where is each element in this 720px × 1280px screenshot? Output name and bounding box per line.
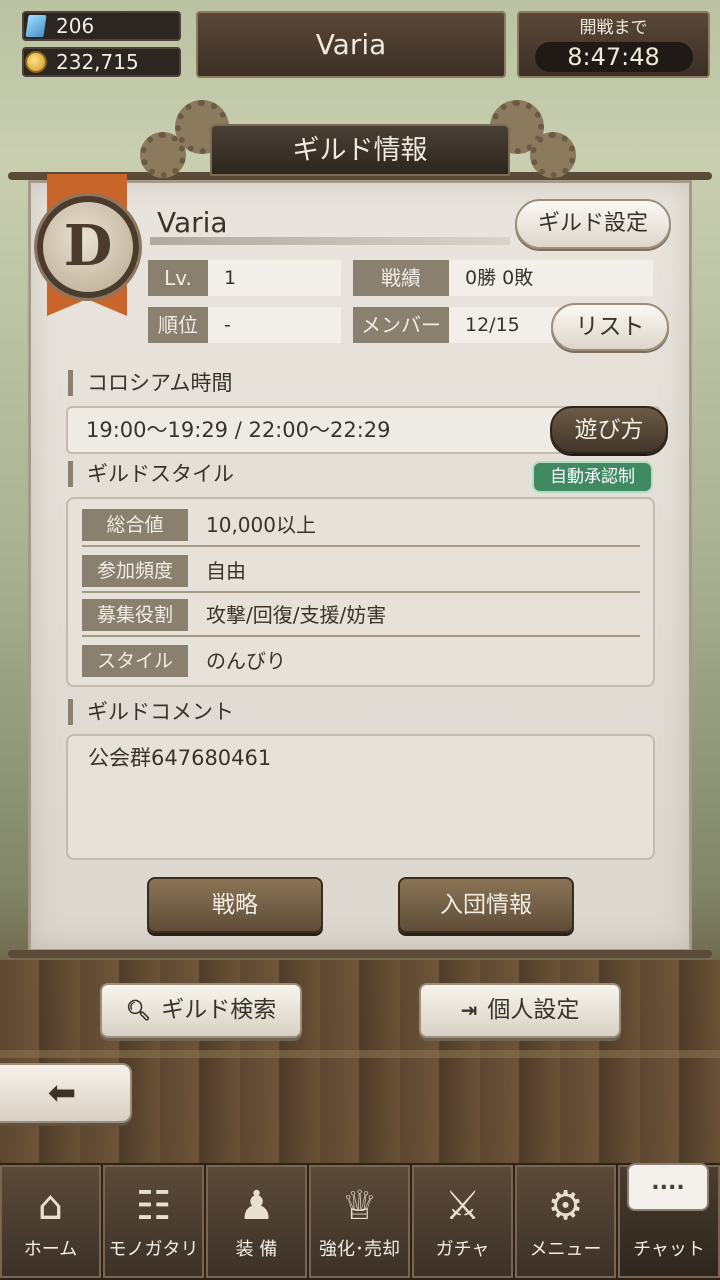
battle-countdown-time: 8:47:48 bbox=[534, 42, 693, 72]
player-name-plate[interactable]: Varia bbox=[196, 11, 506, 78]
guild-comment-box: 公会群647680461 bbox=[66, 734, 655, 860]
gear-decoration-icon bbox=[530, 132, 576, 178]
style-row-value: 10,000以上 bbox=[206, 513, 316, 537]
guild-comment-title: ギルドコメント bbox=[68, 699, 234, 725]
style-row-label: 総合値 bbox=[82, 509, 188, 541]
chat-bubble-icon[interactable]: .... bbox=[627, 1163, 709, 1211]
level-value: 1 bbox=[208, 260, 341, 296]
coin-count: 232,715 bbox=[56, 50, 139, 74]
gem-icon bbox=[24, 14, 48, 38]
swords-icon: ⚔ bbox=[444, 1183, 481, 1229]
coin-icon bbox=[24, 50, 48, 74]
personal-settings-button[interactable]: ⇥ 個人設定 bbox=[419, 983, 621, 1038]
nav-label: メニュー bbox=[529, 1239, 602, 1260]
rank-value: - bbox=[208, 307, 341, 343]
helmet-icon: ♕ bbox=[341, 1183, 378, 1229]
guild-search-label: ギルド検索 bbox=[161, 997, 277, 1023]
panel-title: ギルド情報 bbox=[210, 124, 510, 176]
puppet-icon: ♟ bbox=[238, 1183, 275, 1229]
gears-icon: ⚙ bbox=[547, 1183, 584, 1229]
style-row-value: のんびり bbox=[206, 649, 286, 673]
nav-label: 強化･売却 bbox=[319, 1239, 400, 1260]
nav-label: チャット bbox=[633, 1239, 705, 1260]
style-row-label: 募集役割 bbox=[82, 599, 188, 631]
record-value: 0勝 0敗 bbox=[449, 260, 653, 296]
strategy-button[interactable]: 戦略 bbox=[147, 877, 323, 933]
nav-gacha[interactable]: ⚔ ガチャ bbox=[412, 1165, 513, 1278]
style-row-roles: 募集役割 攻撃/回復/支援/妨害 bbox=[82, 591, 640, 637]
nav-label: 装 備 bbox=[235, 1239, 278, 1260]
guild-search-button[interactable]: 🔍︎ ギルド検索 bbox=[100, 983, 302, 1038]
nav-story[interactable]: ☷ モノガタリ bbox=[103, 1165, 204, 1278]
footer-rod bbox=[8, 950, 712, 958]
guild-name: Varia bbox=[157, 206, 228, 239]
nav-equipment[interactable]: ♟ 装 備 bbox=[206, 1165, 307, 1278]
nav-label: ホーム bbox=[23, 1239, 78, 1260]
style-row-style: スタイル のんびり bbox=[82, 637, 640, 683]
style-row-value: 自由 bbox=[206, 559, 246, 583]
search-icon: 🔍︎ bbox=[125, 998, 152, 1022]
rank-label: 順位 bbox=[148, 307, 208, 343]
style-row-label: スタイル bbox=[82, 645, 188, 677]
home-icon: ⌂ bbox=[37, 1183, 64, 1229]
coin-counter: 232,715 bbox=[22, 47, 181, 77]
nav-label: ガチャ bbox=[435, 1239, 490, 1260]
style-row-value: 攻撃/回復/支援/妨害 bbox=[206, 603, 387, 627]
guild-style-box: 総合値 10,000以上 参加頻度 自由 募集役割 攻撃/回復/支援/妨害 スタ… bbox=[66, 497, 655, 687]
guild-rank-emblem: D bbox=[37, 196, 139, 298]
style-row-label: 参加頻度 bbox=[82, 555, 188, 587]
style-row-frequency: 参加頻度 自由 bbox=[82, 547, 640, 593]
battle-countdown[interactable]: 開戦まで 8:47:48 bbox=[517, 11, 710, 78]
gem-counter: 206 bbox=[22, 11, 181, 41]
nav-enhance-sell[interactable]: ♕ 強化･売却 bbox=[309, 1165, 410, 1278]
enter-icon: ⇥ bbox=[460, 998, 478, 1022]
personal-settings-label: 個人設定 bbox=[487, 997, 580, 1023]
member-list-button[interactable]: リスト bbox=[551, 303, 669, 351]
book-icon: ☷ bbox=[135, 1183, 172, 1229]
back-button[interactable]: ⬅ bbox=[0, 1063, 132, 1123]
auto-approval-badge: 自動承認制 bbox=[532, 461, 653, 493]
guild-name-underline bbox=[150, 237, 510, 245]
how-to-play-button[interactable]: 遊び方 bbox=[550, 406, 668, 454]
colosseum-time-title: コロシアム時間 bbox=[68, 370, 233, 396]
battle-countdown-label: 開戦まで bbox=[579, 18, 648, 38]
level-label: Lv. bbox=[148, 260, 208, 296]
nav-label: モノガタリ bbox=[108, 1239, 199, 1260]
nav-home[interactable]: ⌂ ホーム bbox=[0, 1165, 101, 1278]
member-label: メンバー bbox=[353, 307, 449, 343]
gem-count: 206 bbox=[56, 14, 95, 38]
nav-menu[interactable]: ⚙ メニュー bbox=[515, 1165, 616, 1278]
style-row-total: 総合値 10,000以上 bbox=[82, 501, 640, 547]
join-info-button[interactable]: 入団情報 bbox=[398, 877, 574, 933]
bottom-navigation: ⌂ ホーム ☷ モノガタリ ♟ 装 備 ♕ 強化･売却 ⚔ ガチャ ⚙ メニュー… bbox=[0, 1163, 720, 1280]
back-arrow-icon: ⬅ bbox=[47, 1073, 77, 1113]
record-label: 戦績 bbox=[353, 260, 449, 296]
guild-settings-button[interactable]: ギルド設定 bbox=[515, 199, 671, 249]
guild-comment-text: 公会群647680461 bbox=[88, 746, 272, 770]
colosseum-times: 19:00〜19:29 / 22:00〜22:29 bbox=[86, 418, 391, 442]
guild-style-title: ギルドスタイル bbox=[68, 461, 234, 487]
